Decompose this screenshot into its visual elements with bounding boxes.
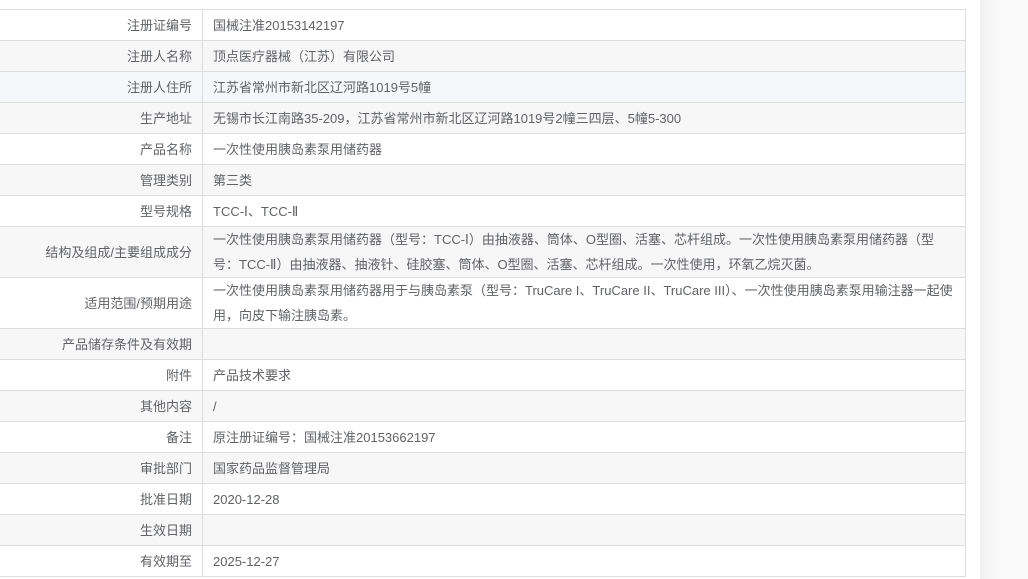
- table-row: 附件 产品技术要求: [0, 359, 966, 391]
- field-value: 产品技术要求: [202, 359, 966, 391]
- field-value: TCC-Ⅰ、TCC-Ⅱ: [202, 195, 966, 227]
- table-row: 审批部门 国家药品监督管理局: [0, 452, 966, 484]
- field-label: 批准日期: [0, 483, 203, 515]
- table-row: 管理类别 第三类: [0, 164, 966, 196]
- field-value: 第三类: [202, 164, 966, 196]
- field-label: 生效日期: [0, 514, 203, 546]
- table-row: 结构及组成/主要组成成分 一次性使用胰岛素泵用储药器（型号：TCC-Ⅰ）由抽液器、…: [0, 226, 966, 278]
- field-value: 2025-12-27: [202, 545, 966, 577]
- table-row: 注册人住所 江苏省常州市新北区辽河路1019号5幢: [0, 71, 966, 103]
- table-row: 有效期至 2025-12-27: [0, 545, 966, 577]
- registration-detail-table-container: 注册证编号 国械注准20153142197 注册人名称 顶点医疗器械（江苏）有限公司注…: [0, 9, 966, 577]
- field-label: 有效期至: [0, 545, 203, 577]
- field-value: 一次性使用胰岛素泵用储药器: [202, 133, 966, 165]
- field-value: [202, 328, 966, 360]
- field-label: 注册人名称: [0, 40, 203, 72]
- table-row: 产品名称 一次性使用胰岛素泵用储药器: [0, 133, 966, 165]
- table-row: 型号规格 TCC-Ⅰ、TCC-Ⅱ: [0, 195, 966, 227]
- table-row: 注册证编号 国械注准20153142197: [0, 9, 966, 41]
- field-label: 备注: [0, 421, 203, 453]
- table-row: 其他内容 /: [0, 390, 966, 422]
- field-label: 其他内容: [0, 390, 203, 422]
- field-value: 顶点医疗器械（江苏）有限公司: [202, 40, 966, 72]
- right-scroll-gutter: [980, 0, 1028, 579]
- field-value: 国械注准20153142197: [202, 9, 966, 41]
- field-label: 附件: [0, 359, 203, 391]
- registration-detail-table: 注册证编号 国械注准20153142197 注册人名称 顶点医疗器械（江苏）有限公司注…: [0, 9, 966, 577]
- table-row: 生效日期: [0, 514, 966, 546]
- field-label: 注册证编号: [0, 9, 203, 41]
- field-value: 江苏省常州市新北区辽河路1019号5幢: [202, 71, 966, 103]
- field-label: 审批部门: [0, 452, 203, 484]
- field-label: 生产地址: [0, 102, 203, 134]
- field-value: 国家药品监督管理局: [202, 452, 966, 484]
- table-row: 注册人名称 顶点医疗器械（江苏）有限公司: [0, 40, 966, 72]
- table-row: 生产地址 无锡市长江南路35-209，江苏省常州市新北区辽河路1019号2幢三四层…: [0, 102, 966, 134]
- field-label: 型号规格: [0, 195, 203, 227]
- field-label: 产品储存条件及有效期: [0, 328, 203, 360]
- field-value: [202, 514, 966, 546]
- field-label: 适用范围/预期用途: [0, 277, 203, 329]
- field-value: 一次性使用胰岛素泵用储药器用于与胰岛素泵（型号：TruCare I、TruCar…: [202, 277, 966, 329]
- field-value: 2020-12-28: [202, 483, 966, 515]
- field-value: 无锡市长江南路35-209，江苏省常州市新北区辽河路1019号2幢三四层、5幢5…: [202, 102, 966, 134]
- table-row: 备注 原注册证编号：国械注准20153662197: [0, 421, 966, 453]
- field-label: 产品名称: [0, 133, 203, 165]
- field-label: 结构及组成/主要组成成分: [0, 226, 203, 278]
- table-row: 产品储存条件及有效期: [0, 328, 966, 360]
- table-row: 适用范围/预期用途 一次性使用胰岛素泵用储药器用于与胰岛素泵（型号：TruCare…: [0, 277, 966, 329]
- table-row: 批准日期 2020-12-28: [0, 483, 966, 515]
- field-value: /: [202, 390, 966, 422]
- field-label: 管理类别: [0, 164, 203, 196]
- field-value: 原注册证编号：国械注准20153662197: [202, 421, 966, 453]
- field-label: 注册人住所: [0, 71, 203, 103]
- field-value: 一次性使用胰岛素泵用储药器（型号：TCC-Ⅰ）由抽液器、筒体、O型圈、活塞、芯杆…: [202, 226, 966, 278]
